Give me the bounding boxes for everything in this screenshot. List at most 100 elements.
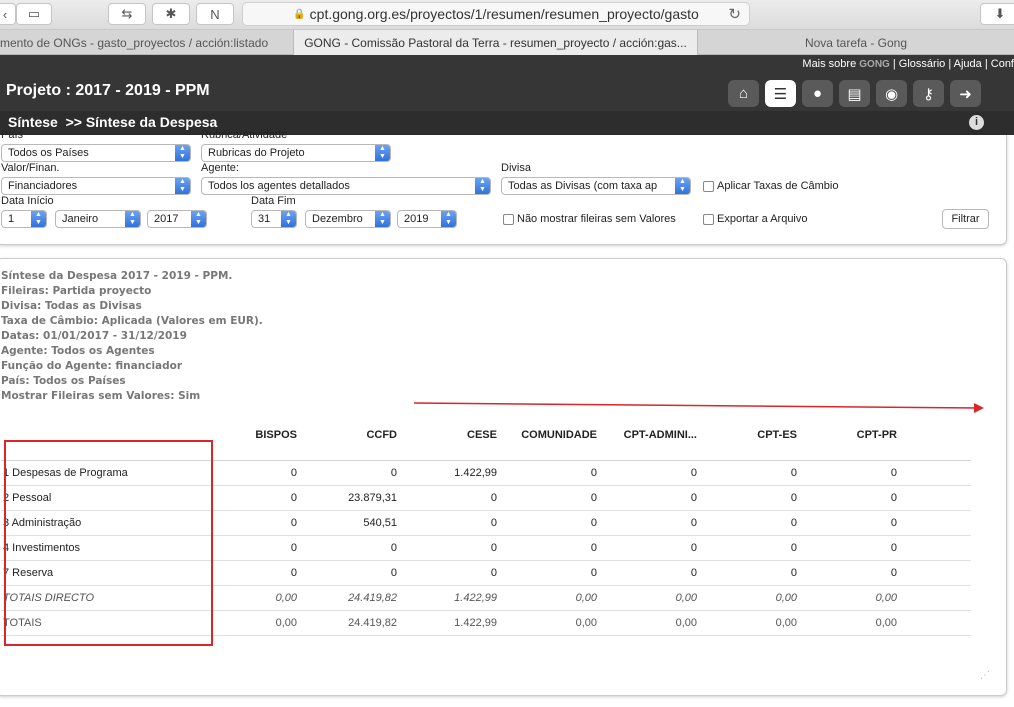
database-icon[interactable]: ☰ xyxy=(765,80,796,107)
summary-line: Função do Agente: financiador xyxy=(1,360,183,372)
data-inicio-month-select[interactable]: Janeiro ▲ ▼ xyxy=(55,210,141,228)
checkbox-box[interactable] xyxy=(703,213,714,225)
value-cell: 1.422,99 xyxy=(454,592,497,604)
summary-line: Agente: Todos os Agentes xyxy=(1,345,155,357)
value-cell: 0 xyxy=(790,492,797,504)
value-cell: 0 xyxy=(390,542,397,554)
agente-select[interactable]: Todos los agentes detallados ▲ ▼ xyxy=(201,177,491,195)
value-cell xyxy=(897,561,971,586)
share-icon[interactable]: ⇆ xyxy=(108,3,146,25)
value-cell: 23.879,31 xyxy=(348,492,397,504)
summary-line: Síntese da Despesa 2017 - 2019 - PPM. xyxy=(1,270,233,282)
data-inicio-day-value: 1 xyxy=(8,213,15,225)
link-conf[interactable]: | Conf xyxy=(985,58,1014,70)
value-cell: 0 xyxy=(390,467,397,479)
summary-line: País: Todos os Países xyxy=(1,375,126,387)
nao-mostrar-checkbox[interactable]: Não mostrar fileiras sem Valores xyxy=(503,213,676,225)
select-arrow-icon: ▲ ▼ xyxy=(675,178,690,194)
pais-select[interactable]: Todos os Países ▲ ▼ xyxy=(1,144,191,162)
data-inicio-year-select[interactable]: 2017 ▲ ▼ xyxy=(147,210,207,228)
select-arrow-icon: ▲ ▼ xyxy=(475,178,490,194)
download-icon[interactable]: ⬇ xyxy=(980,3,1014,25)
value-cell: 0,00 xyxy=(675,617,697,629)
rubrica-select[interactable]: Rubricas do Projeto ▲ ▼ xyxy=(201,144,391,162)
book-icon[interactable]: ▤ xyxy=(839,80,870,107)
value-cell: 0 xyxy=(490,542,497,554)
value-cell: 0,00 xyxy=(775,617,797,629)
address-bar[interactable]: 🔒 cpt.gong.org.es/proyectos/1/resumen/re… xyxy=(242,2,750,26)
value-cell: CCFD xyxy=(366,429,397,441)
value-cell: 0,00 xyxy=(575,592,597,604)
value-cell: 0,00 xyxy=(875,617,897,629)
value-cell: CPT-ADMINI... xyxy=(623,429,697,441)
data-inicio-year-value: 2017 xyxy=(154,213,179,225)
select-arrow-icon: ▲ ▼ xyxy=(125,211,140,227)
home-icon[interactable]: ⌂ xyxy=(728,80,759,107)
exit-icon[interactable]: ➜ xyxy=(950,80,981,107)
aplicar-taxas-checkbox[interactable]: Aplicar Taxas de Câmbio xyxy=(703,180,838,192)
value-cell xyxy=(897,419,971,461)
rubrica-label: Rubrica/Atividade xyxy=(201,129,288,141)
valor-select[interactable]: Financiadores ▲ ▼ xyxy=(1,177,191,195)
link-glossario[interactable]: | Glossário xyxy=(893,58,945,70)
value-cell: CPT-PR xyxy=(856,429,897,441)
tab-nova-tarefa[interactable]: Nova tarefa - Gong xyxy=(698,30,1014,55)
breadcrumb: Síntese >> Síntese da Despesa xyxy=(8,114,218,130)
value-cell: 0 xyxy=(890,567,897,579)
info-icon[interactable]: i xyxy=(969,115,984,130)
tab-resumen-proyecto[interactable]: GONG - Comissão Pastoral da Terra - resu… xyxy=(294,30,698,55)
url-text: cpt.gong.org.es/proyectos/1/resumen/resu… xyxy=(309,6,699,22)
data-fim-label: Data Fim xyxy=(251,195,296,207)
data-fim-year-value: 2019 xyxy=(404,213,429,225)
data-inicio-day-select[interactable]: 1 ▲ ▼ xyxy=(1,210,47,228)
report-summary: Síntese da Despesa 2017 - 2019 - PPM. Fi… xyxy=(1,269,263,404)
summary-line: Divisa: Todas as Divisas xyxy=(1,300,142,312)
browser-tabs: mento de ONGs - gasto_proyectos / acción… xyxy=(0,30,1014,55)
value-cell: 0 xyxy=(490,492,497,504)
value-cell: 0 xyxy=(590,567,597,579)
value-cell: 0 xyxy=(590,517,597,529)
users-icon[interactable]: ◉ xyxy=(876,80,907,107)
user-icon[interactable]: ● xyxy=(802,80,833,107)
data-fim-day-value: 31 xyxy=(258,213,271,225)
filtrar-button[interactable]: Filtrar xyxy=(942,209,989,229)
value-cell: 36.6 xyxy=(897,486,971,511)
select-arrow-icon: ▲ ▼ xyxy=(441,211,456,227)
key-icon[interactable]: ⚷ xyxy=(913,80,944,107)
value-cell xyxy=(897,461,971,486)
checkbox-box[interactable] xyxy=(503,213,514,225)
select-arrow-icon: ▲ ▼ xyxy=(31,211,46,227)
divisa-select-value: Todas as Divisas (com taxa ap xyxy=(508,180,658,192)
divisa-select[interactable]: Todas as Divisas (com taxa ap ▲ ▼ xyxy=(501,177,691,195)
checkbox-box[interactable] xyxy=(703,180,714,192)
results-panel: Síntese da Despesa 2017 - 2019 - PPM. Fi… xyxy=(0,258,1007,696)
value-cell: 0 xyxy=(690,467,697,479)
select-arrow-icon: ▲ ▼ xyxy=(175,178,190,194)
value-cell: 0,00 xyxy=(575,617,597,629)
data-fim-day-select[interactable]: 31 ▲ ▼ xyxy=(251,210,297,228)
subheader-bar: Síntese >> Síntese da Despesa i xyxy=(0,111,1014,135)
value-cell: 0 xyxy=(590,492,597,504)
back-button[interactable]: ‹ xyxy=(0,3,16,25)
select-arrow-icon: ▲ ▼ xyxy=(375,211,390,227)
value-cell: 1.422,99 xyxy=(454,467,497,479)
link-ajuda[interactable]: | Ajuda xyxy=(948,58,981,70)
sidebar-toggle-icon[interactable]: ▭ xyxy=(16,3,52,25)
reload-icon[interactable]: ↻ xyxy=(728,5,741,23)
value-cell: 540,51 xyxy=(363,517,397,529)
extension-icon[interactable]: ✱ xyxy=(152,3,190,25)
gong-logo-text[interactable]: GONG xyxy=(859,59,890,70)
data-fim-month-select[interactable]: Dezembro ▲ ▼ xyxy=(305,210,391,228)
onenote-icon[interactable]: N xyxy=(196,3,234,25)
value-cell: 0 xyxy=(690,517,697,529)
exportar-checkbox[interactable]: Exportar a Arquivo xyxy=(703,213,808,225)
app-header: Mais sobre GONG | Glossário | Ajuda | Co… xyxy=(0,55,1014,135)
summary-line: Mostrar Fileiras sem Valores: Sim xyxy=(1,390,201,402)
link-mais-sobre[interactable]: Mais sobre xyxy=(802,58,856,70)
resize-grip-icon[interactable]: ⋰ xyxy=(980,670,990,681)
lock-icon: 🔒 xyxy=(293,8,306,20)
tab-gasto-proyectos[interactable]: mento de ONGs - gasto_proyectos / acción… xyxy=(0,30,294,55)
data-fim-year-select[interactable]: 2019 ▲ ▼ xyxy=(397,210,457,228)
exportar-label: Exportar a Arquivo xyxy=(717,213,808,225)
project-title: Projeto : 2017 - 2019 - PPM xyxy=(6,82,210,99)
